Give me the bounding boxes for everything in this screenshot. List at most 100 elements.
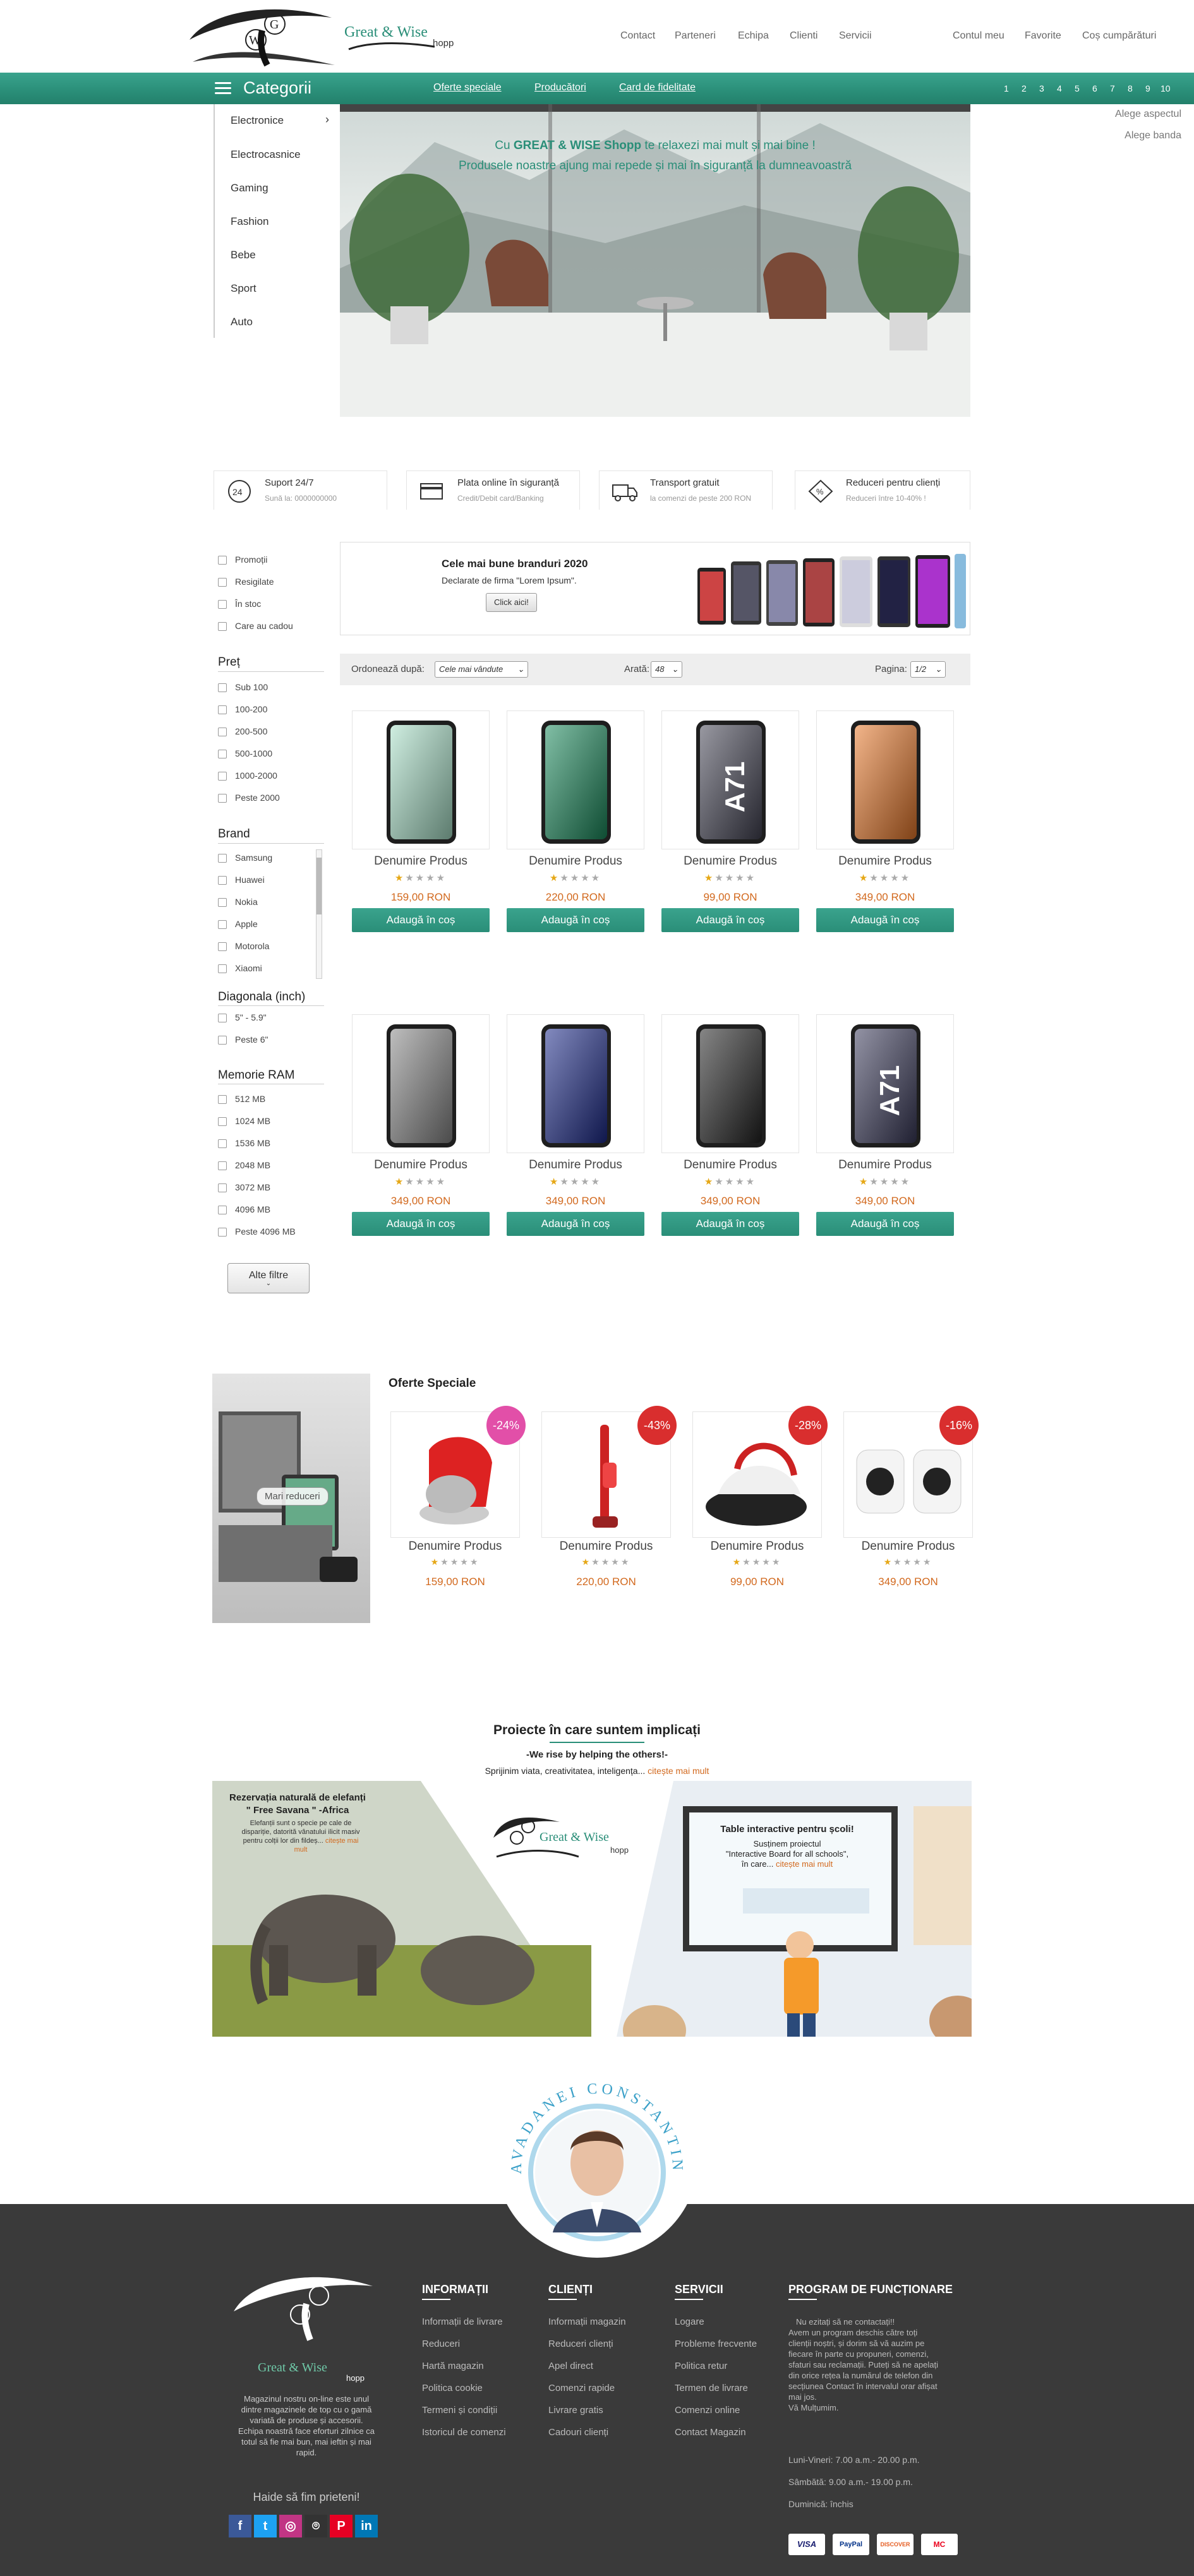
checkbox[interactable] — [218, 920, 227, 930]
link-special-offers[interactable]: Oferte speciale — [433, 82, 502, 93]
instagram-icon[interactable]: ◎ — [279, 2515, 302, 2537]
footer-link[interactable]: Comenzi rapide — [548, 2383, 615, 2393]
product-image[interactable]: A71 — [661, 710, 799, 849]
chevron-right-icon[interactable]: › — [325, 113, 329, 126]
hamburger-menu-icon[interactable] — [215, 82, 231, 95]
footer-link[interactable]: Contact Magazin — [675, 2427, 746, 2438]
product-card[interactable]: Denumire Produs ★★★★★ 349,00 RON Adaugă în … — [352, 1014, 490, 1279]
filter-ram-option[interactable]: 4096 MB — [218, 1204, 270, 1215]
special-offer-card[interactable]: -28% Denumire Produs ★★★★★ 99,00 RON — [692, 1406, 828, 1601]
product-name[interactable]: Denumire Produs — [352, 1158, 490, 1172]
footer-link[interactable]: Termeni și condiții — [422, 2405, 497, 2416]
product-image[interactable]: -43% — [541, 1406, 677, 1538]
checkbox[interactable] — [218, 794, 227, 803]
filter-refurbished[interactable]: Resigilate — [218, 577, 274, 587]
product-card[interactable]: Denumire Produs ★★★★★ 349,00 RON Adaugă în … — [816, 710, 954, 976]
special-offer-card[interactable]: -24% Denumire Produs ★★★★★ 159,00 RON — [390, 1406, 526, 1601]
product-name[interactable]: Denumire Produs — [390, 1540, 520, 1554]
filter-ram-option[interactable]: Peste 4096 MB — [218, 1226, 296, 1237]
checkbox[interactable] — [218, 1206, 227, 1215]
filter-brand-option[interactable]: Apple — [218, 919, 258, 930]
link-loyalty-card[interactable]: Card de fidelitate — [619, 82, 696, 93]
footer-link[interactable]: Logare — [675, 2316, 704, 2327]
footer-link[interactable]: Termen de livrare — [675, 2383, 748, 2393]
nav-parteneri[interactable]: Parteneri — [675, 30, 716, 42]
page-select[interactable]: 1/2 ⌄ — [910, 661, 946, 678]
product-image[interactable] — [661, 1014, 799, 1153]
add-to-cart-button[interactable]: Adaugă în coș — [816, 1212, 954, 1236]
nav-echipa[interactable]: Echipa — [738, 30, 769, 42]
nav-contact[interactable]: Contact — [620, 30, 655, 42]
special-offer-card[interactable]: -43% Denumire Produs ★★★★★ 220,00 RON — [541, 1406, 677, 1601]
footer-link[interactable]: Informații magazin — [548, 2316, 626, 2327]
checkbox[interactable] — [218, 1228, 227, 1237]
product-name[interactable]: Denumire Produs — [843, 1540, 973, 1554]
footer-link[interactable]: Istoricul de comenzi — [422, 2427, 506, 2438]
checkbox[interactable] — [218, 1095, 227, 1105]
product-name[interactable]: Denumire Produs — [816, 854, 954, 868]
filter-with-gift[interactable]: Care au cadou — [218, 621, 293, 632]
nav-account[interactable]: Contul meu — [953, 30, 1004, 42]
filter-price-option[interactable]: 100-200 — [218, 704, 267, 715]
choose-band-link[interactable]: Alege banda — [1125, 130, 1181, 141]
checkbox[interactable] — [218, 683, 227, 693]
product-image[interactable] — [352, 1014, 490, 1153]
product-card[interactable]: Denumire Produs ★★★★★ 159,00 RON Adaugă în … — [352, 710, 490, 976]
product-image[interactable]: A71 — [816, 1014, 954, 1153]
page-number[interactable]: 6 — [1092, 83, 1097, 93]
category-fashion[interactable]: Fashion — [231, 215, 268, 228]
product-image[interactable] — [816, 710, 954, 849]
checkbox[interactable] — [218, 854, 227, 863]
product-image[interactable] — [507, 710, 644, 849]
page-number[interactable]: 9 — [1145, 83, 1150, 93]
product-image[interactable]: -28% — [692, 1406, 828, 1538]
page-number[interactable]: 4 — [1057, 83, 1062, 93]
checkbox[interactable] — [218, 898, 227, 908]
category-gaming[interactable]: Gaming — [231, 182, 268, 195]
choose-layout-link[interactable]: Alege aspectul — [1115, 109, 1181, 120]
product-card[interactable]: A71 Denumire Produs ★★★★★ 99,00 RON Adaugă î… — [661, 710, 799, 976]
filter-ram-option[interactable]: 3072 MB — [218, 1182, 270, 1193]
banner-click-button[interactable]: Click aici! — [486, 593, 537, 612]
footer-link[interactable]: Hartă magazin — [422, 2361, 484, 2371]
github-icon[interactable]: ⌾ — [305, 2515, 327, 2537]
footer-link[interactable]: Cadouri clienți — [548, 2427, 608, 2438]
product-name[interactable]: Denumire Produs — [661, 854, 799, 868]
product-name[interactable]: Denumire Produs — [661, 1158, 799, 1172]
filter-brand-option[interactable]: Xiaomi — [218, 963, 262, 974]
page-number[interactable]: 8 — [1128, 83, 1133, 93]
page-number[interactable]: 3 — [1039, 83, 1044, 93]
big-discounts-button[interactable]: Mari reduceri — [256, 1487, 329, 1506]
nav-favorites[interactable]: Favorite — [1025, 30, 1061, 42]
filter-brand-option[interactable]: Motorola — [218, 941, 269, 952]
product-name[interactable]: Denumire Produs — [507, 854, 644, 868]
category-electrocasnice[interactable]: Electrocasnice — [231, 148, 301, 161]
filter-in-stock[interactable]: În stoc — [218, 599, 261, 609]
show-count-select[interactable]: 48 ⌄ — [651, 661, 682, 678]
pinterest-icon[interactable]: P — [330, 2515, 353, 2537]
product-name[interactable]: Denumire Produs — [541, 1540, 671, 1554]
read-more-link[interactable]: citește mai mult — [776, 1859, 833, 1869]
page-number[interactable]: 7 — [1110, 83, 1115, 93]
filter-price-option[interactable]: 1000-2000 — [218, 770, 277, 781]
add-to-cart-button[interactable]: Adaugă în coș — [352, 908, 490, 932]
checkbox[interactable] — [218, 750, 227, 759]
read-more-link[interactable]: citește mai mult — [648, 1766, 709, 1776]
brand-scrollbar[interactable] — [316, 849, 322, 979]
checkbox[interactable] — [218, 556, 227, 565]
checkbox[interactable] — [218, 1036, 227, 1045]
filter-diagonal-option[interactable]: Peste 6" — [218, 1034, 268, 1045]
filter-ram-option[interactable]: 512 MB — [218, 1094, 265, 1105]
filter-ram-option[interactable]: 2048 MB — [218, 1160, 270, 1171]
product-card[interactable]: A71 Denumire Produs ★★★★★ 349,00 RON Adaugă … — [816, 1014, 954, 1279]
filter-brand-option[interactable]: Nokia — [218, 897, 258, 908]
special-offer-card[interactable]: -16% Denumire Produs ★★★★★ 349,00 RON — [843, 1406, 979, 1601]
add-to-cart-button[interactable]: Adaugă în coș — [352, 1212, 490, 1236]
filter-promotions[interactable]: Promoții — [218, 554, 267, 565]
category-electronice[interactable]: Electronice — [231, 114, 284, 127]
product-card[interactable]: Denumire Produs ★★★★★ 349,00 RON Adaugă în … — [661, 1014, 799, 1279]
filter-brand-option[interactable]: Huawei — [218, 875, 265, 885]
product-image[interactable] — [507, 1014, 644, 1153]
page-number[interactable]: 10 — [1161, 83, 1171, 93]
filter-ram-option[interactable]: 1024 MB — [218, 1116, 270, 1127]
